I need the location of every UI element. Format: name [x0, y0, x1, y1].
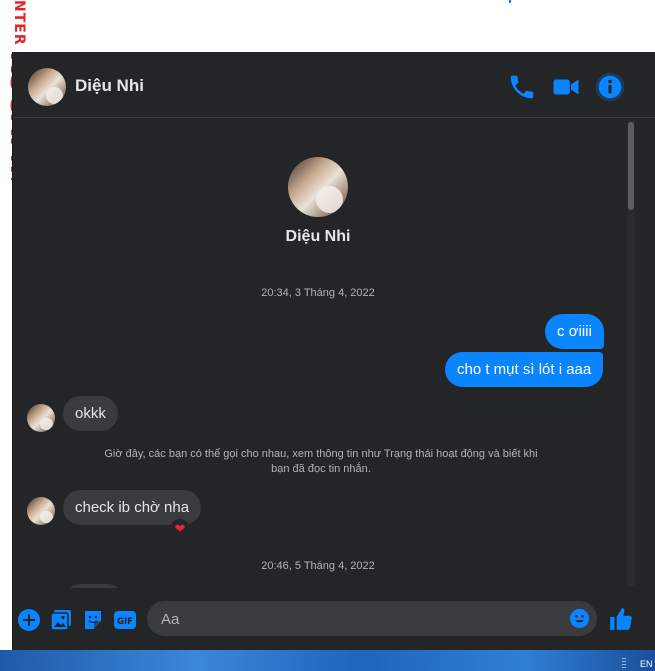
watermark-small-text: NTER — [11, 0, 27, 46]
blue-dot — [509, 0, 511, 3]
composer-bar: GIF — [13, 588, 655, 650]
outgoing-message[interactable]: cho t mụt sì lót i aaa — [445, 352, 604, 387]
image-icon[interactable] — [49, 608, 73, 632]
contact-name[interactable]: Diệu Nhi — [75, 76, 144, 96]
system-note: Giờ đây, các bạn có thể gọi cho nhau, xe… — [104, 448, 538, 475]
sticker-icon[interactable] — [81, 608, 105, 632]
scrollbar-thumb[interactable] — [628, 122, 634, 210]
emoji-icon[interactable] — [569, 608, 590, 629]
outgoing-message[interactable]: c ơiiii — [545, 314, 604, 349]
heart-reaction-icon[interactable]: ❤ — [170, 519, 190, 539]
chat-window: Diệu Nhi Diệu Nhi 20:34, 3 Tháng 4, 2022… — [12, 52, 655, 650]
phone-icon[interactable] — [507, 72, 537, 102]
plus-icon[interactable] — [17, 608, 41, 632]
sender-avatar[interactable] — [27, 404, 55, 432]
contact-avatar[interactable] — [28, 68, 66, 106]
language-indicator[interactable]: EN — [640, 659, 653, 669]
chat-header: Diệu Nhi — [13, 52, 655, 118]
message-input[interactable] — [159, 601, 563, 638]
timestamp: 20:34, 3 Tháng 4, 2022 — [261, 287, 375, 299]
sender-avatar[interactable] — [27, 497, 55, 525]
info-icon[interactable] — [595, 72, 625, 102]
message-list[interactable]: Diệu Nhi 20:34, 3 Tháng 4, 2022 c ơiiii … — [13, 118, 655, 588]
video-icon[interactable] — [551, 72, 581, 102]
os-taskbar: EN — [0, 650, 655, 671]
message-input-box[interactable] — [147, 601, 597, 638]
incoming-message[interactable]: okkk — [63, 396, 118, 431]
gif-icon[interactable]: GIF — [113, 608, 137, 632]
thumbs-up-icon[interactable] — [608, 606, 634, 632]
timestamp: 20:46, 5 Tháng 4, 2022 — [261, 560, 375, 572]
gif-label: GIF — [117, 617, 133, 627]
tray-grip[interactable] — [622, 656, 626, 668]
profile-avatar[interactable] — [288, 157, 348, 217]
profile-name: Diệu Nhi — [285, 228, 351, 245]
